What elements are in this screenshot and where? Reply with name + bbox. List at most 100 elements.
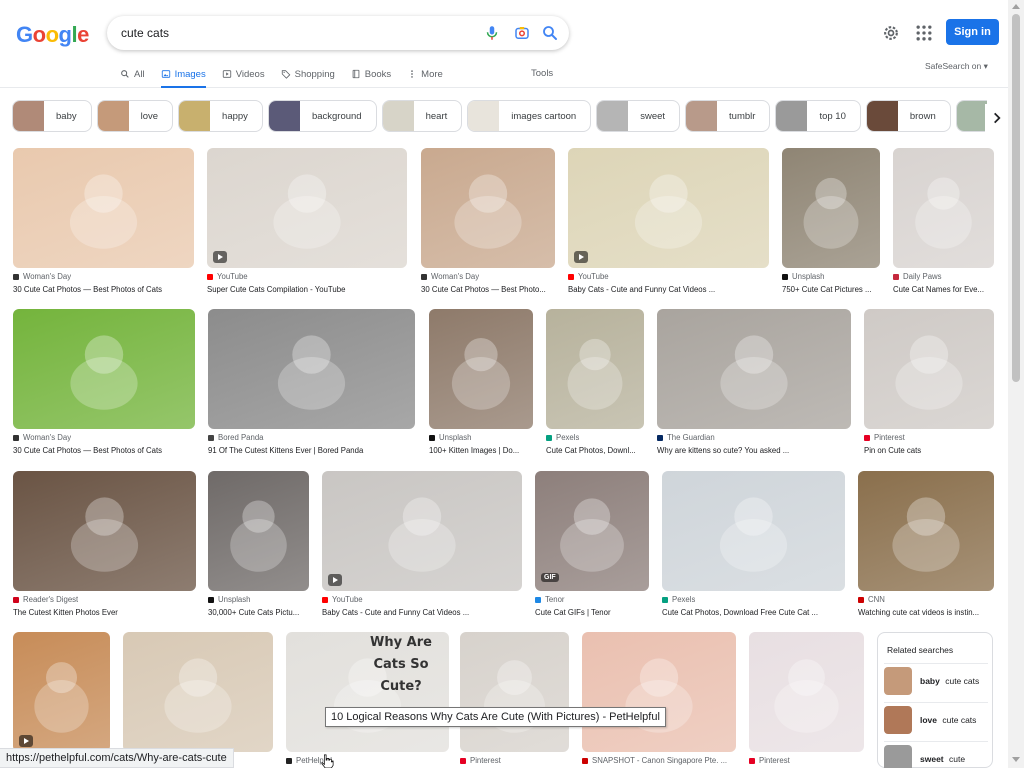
tab-shopping[interactable]: Shopping xyxy=(281,64,335,84)
result-thumbnail[interactable] xyxy=(864,309,994,429)
chips-next-button[interactable] xyxy=(985,104,1009,132)
chip-tumblr[interactable]: tumblr xyxy=(685,100,771,132)
result-title[interactable]: Baby Cats - Cute and Funny Cat Videos ..… xyxy=(322,608,522,617)
result-source[interactable]: SNAPSHOT - Canon Singapore Pte. ... xyxy=(582,756,727,765)
result-thumbnail[interactable] xyxy=(893,148,994,268)
chip-images-cartoon[interactable]: images cartoon xyxy=(467,100,592,132)
scroll-up-arrow-icon[interactable] xyxy=(1012,4,1020,9)
result-source[interactable]: The Guardian xyxy=(657,433,715,442)
result-title[interactable]: 30 Cute Cat Photos — Best Photos of Cats xyxy=(13,285,194,294)
result-source[interactable]: Tenor xyxy=(535,595,565,604)
image-result[interactable]: Pinterest xyxy=(749,632,864,768)
image-result[interactable]: Unsplash 30,000+ Cute Cats Pictu... xyxy=(208,471,309,619)
result-title[interactable]: 91 Of The Cutest Kittens Ever | Bored Pa… xyxy=(208,446,415,455)
chip-background[interactable]: background xyxy=(267,100,377,132)
result-thumbnail[interactable]: Why Are Cats So Cute? xyxy=(286,632,449,752)
result-thumbnail[interactable] xyxy=(749,632,864,752)
result-source[interactable]: Woman's Day xyxy=(13,272,71,281)
image-result[interactable]: Unsplash 750+ Cute Cat Pictures ... xyxy=(782,148,880,296)
tab-images[interactable]: Images xyxy=(160,64,206,88)
chip-heart[interactable]: heart xyxy=(381,100,463,132)
result-source[interactable]: YouTube xyxy=(568,272,609,281)
result-thumbnail[interactable] xyxy=(421,148,555,268)
result-title[interactable]: 30 Cute Cat Photos — Best Photos of Cats xyxy=(13,446,195,455)
result-title[interactable]: Cute Cat Names for Eve... xyxy=(893,285,994,294)
image-result[interactable]: Pinterest xyxy=(460,632,569,768)
image-result[interactable]: YouTube Baby Cats - Cute and Funny Cat Vi… xyxy=(322,471,522,619)
image-result[interactable]: Pinterest Pin on Cute cats xyxy=(864,309,994,457)
tab-videos[interactable]: Videos xyxy=(222,64,265,84)
result-thumbnail[interactable] xyxy=(208,309,415,429)
result-title[interactable]: Baby Cats - Cute and Funny Cat Videos ..… xyxy=(568,285,769,294)
image-result[interactable]: Bored Panda 91 Of The Cutest Kittens Ever… xyxy=(208,309,415,457)
result-title[interactable]: 100+ Kitten Images | Do... xyxy=(429,446,533,455)
result-source[interactable]: Unsplash xyxy=(208,595,251,604)
result-source[interactable]: Pexels xyxy=(662,595,695,604)
image-result[interactable]: Pexels Cute Cat Photos, Downl... xyxy=(546,309,644,457)
image-result[interactable]: Daily Paws Cute Cat Names for Eve... xyxy=(893,148,994,296)
image-result[interactable]: Unsplash 100+ Kitten Images | Do... xyxy=(429,309,533,457)
result-thumbnail[interactable] xyxy=(13,309,195,429)
result-thumbnail[interactable] xyxy=(13,471,196,591)
result-thumbnail[interactable] xyxy=(568,148,769,268)
result-title[interactable]: Cute Cat Photos, Downl... xyxy=(546,446,644,455)
related-search-item[interactable]: baby cute cats xyxy=(884,663,988,697)
google-lens-icon[interactable] xyxy=(513,24,531,42)
scroll-down-arrow-icon[interactable] xyxy=(1012,757,1020,762)
result-title[interactable]: 30,000+ Cute Cats Pictu... xyxy=(208,608,309,617)
result-thumbnail[interactable] xyxy=(13,632,110,752)
search-input[interactable] xyxy=(121,24,461,42)
apps-grid-icon[interactable] xyxy=(914,23,934,43)
image-result[interactable]: GIF Tenor Cute Cat GIFs | Tenor xyxy=(535,471,649,619)
result-source[interactable]: Pinterest xyxy=(749,756,790,765)
image-result[interactable]: Reader's Digest The Cutest Kitten Photos … xyxy=(13,471,196,619)
result-title[interactable]: Cute Cat Photos, Download Free Cute Cat … xyxy=(662,608,845,617)
sign-in-button[interactable]: Sign in xyxy=(946,19,999,45)
related-search-item[interactable]: love cute cats xyxy=(884,702,988,736)
chip-flower[interactable]: flower xyxy=(955,100,987,132)
result-source[interactable]: Daily Paws xyxy=(893,272,942,281)
image-result[interactable]: Woman's Day 30 Cute Cat Photos — Best Pho… xyxy=(13,148,194,296)
image-result[interactable]: The Guardian Why are kittens so cute? You… xyxy=(657,309,851,457)
result-thumbnail[interactable]: GIF xyxy=(535,471,649,591)
result-title[interactable]: Cute Cat GIFs | Tenor xyxy=(535,608,649,617)
image-result[interactable]: Woman's Day 30 Cute Cat Photos — Best Pho… xyxy=(13,309,195,457)
result-thumbnail[interactable] xyxy=(460,632,569,752)
result-source[interactable]: Pexels xyxy=(546,433,579,442)
result-thumbnail[interactable] xyxy=(322,471,522,591)
result-source[interactable]: Reader's Digest xyxy=(13,595,78,604)
chip-sweet[interactable]: sweet xyxy=(596,100,681,132)
result-title[interactable]: The Cutest Kitten Photos Ever xyxy=(13,608,196,617)
chip-happy[interactable]: happy xyxy=(178,100,263,132)
result-source[interactable]: Unsplash xyxy=(429,433,472,442)
tools-button[interactable]: Tools xyxy=(531,68,553,79)
result-title[interactable]: 750+ Cute Cat Pictures ... xyxy=(782,285,880,294)
image-result[interactable]: CNN Watching cute cat videos is instin... xyxy=(858,471,994,619)
safesearch-toggle[interactable]: SafeSearch on ▾ xyxy=(925,61,988,72)
result-source[interactable]: YouTube xyxy=(207,272,248,281)
result-source[interactable]: Woman's Day xyxy=(421,272,479,281)
result-source[interactable]: Unsplash xyxy=(782,272,825,281)
result-thumbnail[interactable] xyxy=(207,148,407,268)
image-result[interactable]: Woman's Day 30 Cute Cat Photos — Best Pho… xyxy=(421,148,555,296)
related-search-item[interactable]: sweet cute xyxy=(884,741,988,768)
tab-all[interactable]: All xyxy=(120,64,145,84)
page-scrollbar[interactable] xyxy=(1008,0,1024,768)
result-source[interactable]: Pinterest xyxy=(864,433,905,442)
result-thumbnail[interactable] xyxy=(782,148,880,268)
tab-more[interactable]: More xyxy=(407,64,443,84)
result-thumbnail[interactable] xyxy=(546,309,644,429)
image-result[interactable]: Why Are Cats So Cute? PetHelpful xyxy=(286,632,449,768)
chip-baby[interactable]: baby xyxy=(12,100,92,132)
result-thumbnail[interactable] xyxy=(657,309,851,429)
result-source[interactable]: Bored Panda xyxy=(208,433,264,442)
result-thumbnail[interactable] xyxy=(13,148,194,268)
result-title[interactable]: 30 Cute Cat Photos — Best Photo... xyxy=(421,285,555,294)
scrollbar-thumb[interactable] xyxy=(1012,14,1020,382)
result-thumbnail[interactable] xyxy=(858,471,994,591)
image-result[interactable]: Pexels Cute Cat Photos, Download Free Cut… xyxy=(662,471,845,619)
result-source[interactable]: YouTube xyxy=(322,595,363,604)
microphone-icon[interactable] xyxy=(483,24,501,42)
search-icon[interactable] xyxy=(541,24,559,42)
result-thumbnail[interactable] xyxy=(662,471,845,591)
